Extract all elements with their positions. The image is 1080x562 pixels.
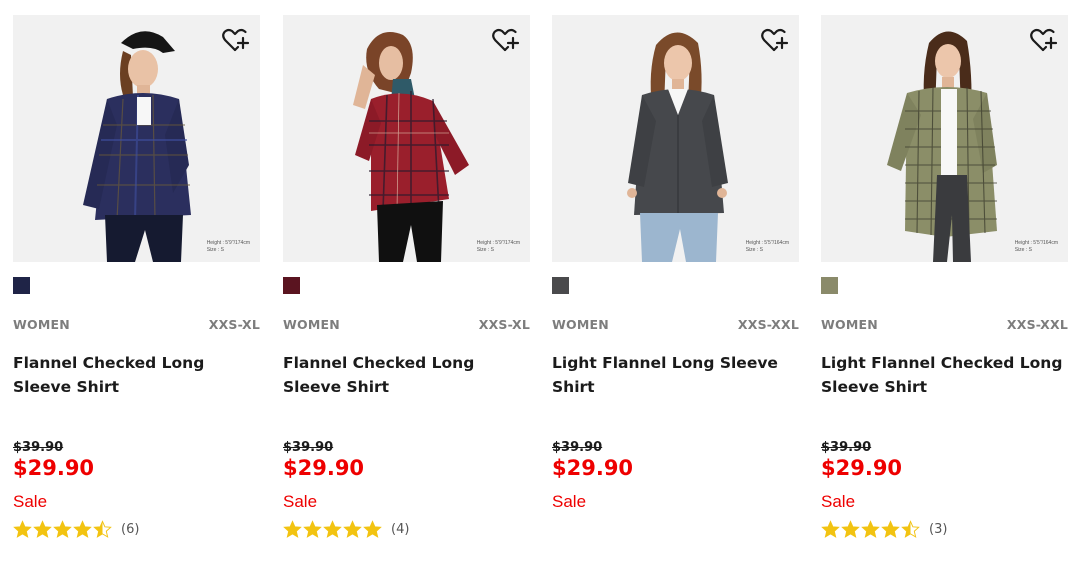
model-height: Height : 5'5"/164cm (745, 240, 789, 246)
heart-plus-icon (492, 28, 520, 52)
star-icon (53, 519, 72, 538)
gender-label: WOMEN (283, 317, 340, 332)
gender-label: WOMEN (821, 317, 878, 332)
model-height: Height : 5'9"/174cm (206, 240, 250, 246)
size-range: XXS-XXL (737, 317, 799, 332)
sale-label: Sale (552, 492, 587, 511)
rating[interactable]: (3) (821, 519, 947, 539)
product-grid: Height : 5'9"/174cm Size : S WOMEN XXS-X… (13, 15, 1073, 555)
sale-label: Sale (13, 492, 48, 511)
model-size: Size : S (206, 247, 224, 253)
product-image[interactable]: Height : 5'9"/174cm Size : S (13, 15, 260, 262)
star-icon (33, 519, 52, 538)
original-price: $39.90 (552, 440, 603, 455)
sale-price: $29.90 (821, 456, 903, 480)
review-count: (3) (929, 521, 948, 537)
product-card[interactable]: Height : 5'5"/164cm Size : S WOMEN XXS-X… (552, 15, 799, 555)
model-height: Height : 5'9"/174cm (476, 240, 520, 246)
star-icon (303, 519, 322, 538)
rating[interactable]: (6) (13, 519, 139, 539)
rating[interactable]: (4) (283, 519, 409, 539)
product-name-link[interactable]: Flannel Checked Long Sleeve Shirt (283, 351, 530, 399)
model-info-caption: Height : 5'9"/174cm Size : S (207, 240, 250, 254)
star-icon (343, 519, 362, 538)
heart-plus-icon (1030, 28, 1058, 52)
star-icon (13, 519, 32, 538)
sale-price: $29.90 (552, 456, 634, 480)
size-range: XXS-XL (478, 317, 530, 332)
product-name-link[interactable]: Light Flannel Checked Long Sleeve Shirt (821, 351, 1068, 399)
size-range: XXS-XL (208, 317, 260, 332)
product-meta: WOMEN XXS-XL (283, 317, 530, 332)
product-name-link[interactable]: Light Flannel Long Sleeve Shirt (552, 351, 799, 399)
color-swatch[interactable] (552, 277, 569, 294)
model-info-caption: Height : 5'5"/164cm Size : S (1015, 240, 1058, 254)
star-icon (73, 519, 92, 538)
sale-label: Sale (821, 492, 856, 511)
product-image[interactable]: Height : 5'5"/164cm Size : S (821, 15, 1068, 262)
star-icon (861, 519, 880, 538)
model-info-caption: Height : 5'9"/174cm Size : S (477, 240, 520, 254)
original-price: $39.90 (13, 440, 64, 455)
model-size: Size : S (1014, 247, 1032, 253)
rating-stars (821, 519, 921, 539)
color-swatch[interactable] (13, 277, 30, 294)
heart-plus-icon (761, 28, 789, 52)
original-price: $39.90 (821, 440, 872, 455)
product-image[interactable]: Height : 5'5"/164cm Size : S (552, 15, 799, 262)
gender-label: WOMEN (13, 317, 70, 332)
star-icon (323, 519, 342, 538)
sale-price: $29.90 (283, 456, 365, 480)
product-card[interactable]: Height : 5'9"/174cm Size : S WOMEN XXS-X… (283, 15, 530, 555)
star-icon (901, 519, 920, 538)
original-price: $39.90 (283, 440, 334, 455)
star-icon (93, 519, 112, 538)
star-icon (821, 519, 840, 538)
add-to-wishlist-button[interactable] (1028, 25, 1058, 55)
color-swatch[interactable] (821, 277, 838, 294)
model-info-caption: Height : 5'5"/164cm Size : S (746, 240, 789, 254)
color-swatch[interactable] (283, 277, 300, 294)
product-card[interactable]: Height : 5'9"/174cm Size : S WOMEN XXS-X… (13, 15, 260, 555)
add-to-wishlist-button[interactable] (759, 25, 789, 55)
review-count: (4) (391, 521, 410, 537)
model-height: Height : 5'5"/164cm (1014, 240, 1058, 246)
rating-stars (283, 519, 383, 539)
sale-label: Sale (283, 492, 318, 511)
add-to-wishlist-button[interactable] (220, 25, 250, 55)
review-count: (6) (121, 521, 140, 537)
model-size: Size : S (745, 247, 763, 253)
product-card[interactable]: Height : 5'5"/164cm Size : S WOMEN XXS-X… (821, 15, 1068, 555)
product-meta: WOMEN XXS-XL (13, 317, 260, 332)
product-name-link[interactable]: Flannel Checked Long Sleeve Shirt (13, 351, 260, 399)
rating-stars (13, 519, 113, 539)
gender-label: WOMEN (552, 317, 609, 332)
model-size: Size : S (476, 247, 494, 253)
star-icon (841, 519, 860, 538)
star-icon (363, 519, 382, 538)
size-range: XXS-XXL (1006, 317, 1068, 332)
sale-price: $29.90 (13, 456, 95, 480)
product-image[interactable]: Height : 5'9"/174cm Size : S (283, 15, 530, 262)
add-to-wishlist-button[interactable] (490, 25, 520, 55)
product-meta: WOMEN XXS-XXL (552, 317, 799, 332)
product-meta: WOMEN XXS-XXL (821, 317, 1068, 332)
star-icon (881, 519, 900, 538)
star-icon (283, 519, 302, 538)
heart-plus-icon (222, 28, 250, 52)
